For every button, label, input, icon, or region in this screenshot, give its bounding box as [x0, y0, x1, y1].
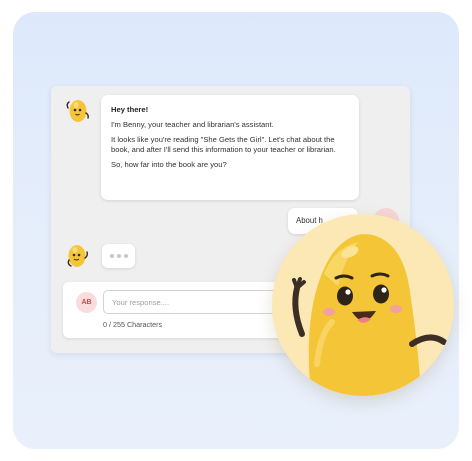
- bot-book-text: It looks like you're reading "She Gets t…: [111, 135, 336, 155]
- bot-greeting: Hey there!: [111, 105, 149, 114]
- typing-dot: [109, 254, 114, 258]
- typing-dot: [123, 254, 128, 258]
- benny-avatar-icon: [63, 242, 91, 270]
- benny-waving-illustration: [272, 214, 454, 396]
- benny-avatar-icon: [63, 96, 91, 124]
- typing-dot: [116, 254, 121, 258]
- character-counter: 0 / 255 Characters: [103, 320, 163, 329]
- bot-question-text: So, how far into the book are you?: [111, 160, 227, 169]
- bot-message-bubble: Hey there! I'm Benny, your teacher and l…: [101, 95, 359, 200]
- bot-intro-text: I'm Benny, your teacher and librarian's …: [111, 120, 274, 130]
- user-initials-avatar: AB: [76, 292, 97, 313]
- typing-indicator: [102, 244, 135, 268]
- user-initials: AB: [81, 299, 92, 306]
